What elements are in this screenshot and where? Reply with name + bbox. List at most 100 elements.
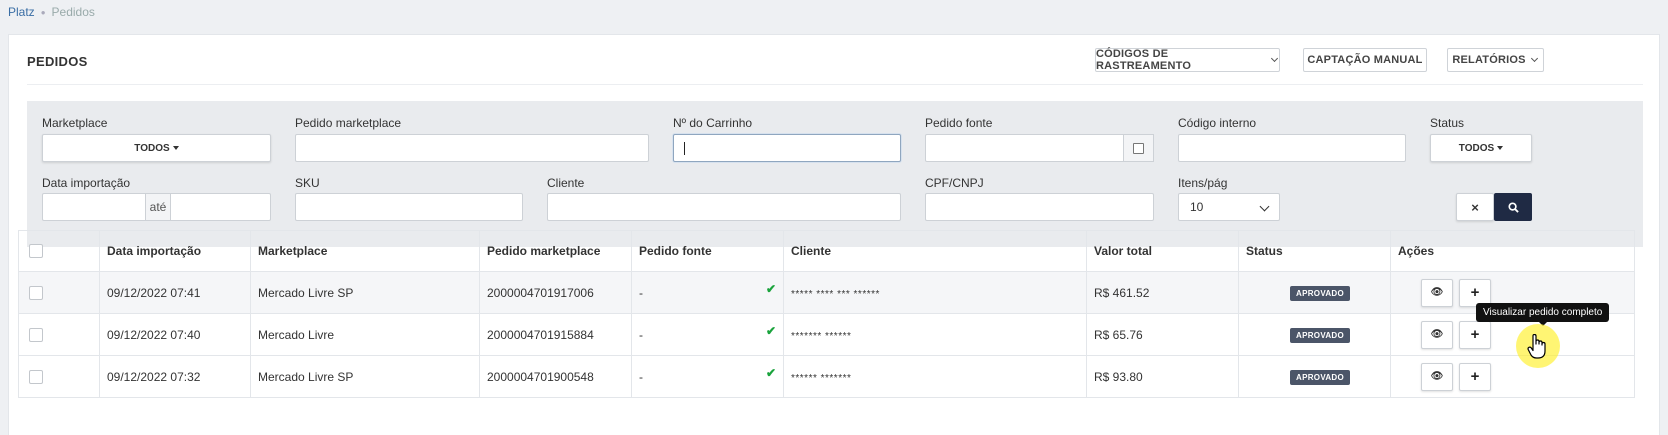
cell-data: 09/12/2022 07:40	[99, 313, 251, 356]
orders-table-wrap: Data importação Marketplace Pedido marke…	[18, 230, 1635, 398]
cell-pedido: 2000004701915884	[479, 313, 632, 356]
cell-status: APROVADO	[1238, 355, 1391, 398]
col-acoes: Ações	[1390, 230, 1635, 272]
pedido-fonte-checkbox[interactable]	[1133, 142, 1144, 154]
expand-order-button[interactable]: +	[1459, 362, 1491, 391]
plus-icon: +	[1470, 284, 1480, 301]
cliente-value: ****** *******	[791, 372, 852, 384]
eye-icon: 👁	[1430, 329, 1444, 340]
caret-down-icon	[172, 146, 179, 150]
breadcrumb-current: Pedidos	[51, 5, 95, 19]
view-order-tooltip: Visualizar pedido completo	[1476, 303, 1610, 326]
table-row: 09/12/2022 07:41 Mercado Livre SP 200000…	[18, 271, 1635, 314]
text-caret	[684, 142, 685, 155]
check-icon: ✔	[765, 281, 776, 296]
cell-pedido: 2000004701917006	[479, 271, 632, 314]
table-row: 09/12/2022 07:40 Mercado Livre 200000470…	[18, 313, 1635, 356]
status-label: Status	[1430, 116, 1465, 130]
pedido-fonte-input[interactable]	[925, 134, 1124, 162]
col-pedido-fonte[interactable]: Pedido fonte	[631, 230, 784, 272]
itens-pag-label: Itens/pág	[1178, 176, 1228, 190]
panel-header: PEDIDOS CÓDIGOS DE RASTREAMENTO CAPTAÇÃO…	[27, 35, 1643, 85]
chevron-down-icon	[1259, 201, 1270, 212]
col-status[interactable]: Status	[1238, 230, 1391, 272]
pedido-fonte-checkbox-addon[interactable]	[1124, 134, 1154, 162]
search-button[interactable]	[1494, 193, 1532, 221]
cliente-input[interactable]	[547, 193, 901, 221]
col-valor-total[interactable]: Valor total	[1086, 230, 1239, 272]
cell-fonte: - ✔	[631, 313, 784, 356]
pedido-marketplace-input[interactable]	[295, 134, 649, 162]
data-to-input[interactable]	[170, 193, 271, 221]
select-all-checkbox[interactable]	[29, 244, 43, 258]
orders-table: Data importação Marketplace Pedido marke…	[18, 230, 1635, 398]
table-header-row: Data importação Marketplace Pedido marke…	[18, 230, 1635, 272]
cell-data: 09/12/2022 07:41	[99, 271, 251, 314]
view-order-button[interactable]: 👁	[1421, 278, 1453, 307]
marketplace-dropdown[interactable]: TODOS	[42, 134, 271, 162]
data-importacao-label: Data importação	[42, 176, 131, 190]
cell-valor: R$ 65.76	[1086, 313, 1239, 356]
table-row: 09/12/2022 07:32 Mercado Livre SP 200000…	[18, 355, 1635, 398]
cell-cliente: ****** *******	[783, 355, 1087, 398]
cell-marketplace: Mercado Livre SP	[250, 355, 480, 398]
codigo-interno-label: Código interno	[1178, 116, 1257, 130]
eye-icon: 👁	[1430, 287, 1444, 298]
filters-area: Marketplace TODOS Pedido marketplace Nº …	[27, 101, 1643, 247]
cell-status: APROVADO	[1238, 271, 1391, 314]
page-title: PEDIDOS	[27, 54, 88, 69]
cell-data: 09/12/2022 07:32	[99, 355, 251, 398]
check-icon: ✔	[765, 365, 776, 380]
carrinho-input[interactable]	[673, 134, 901, 162]
cell-valor: R$ 93.80	[1086, 355, 1239, 398]
row-checkbox[interactable]	[29, 327, 43, 342]
breadcrumb-platz-link[interactable]: Platz	[8, 5, 35, 19]
fonte-value: -	[639, 285, 643, 300]
plus-icon: +	[1470, 326, 1480, 343]
cliente-value: ******* ******	[791, 330, 852, 342]
cell-cliente: ***** **** *** ******	[783, 271, 1087, 314]
close-icon: ×	[1471, 199, 1479, 215]
row-checkbox[interactable]	[29, 285, 43, 300]
col-pedido-marketplace[interactable]: Pedido marketplace	[479, 230, 632, 272]
view-order-button[interactable]: 👁	[1421, 362, 1453, 391]
col-data-importacao[interactable]: Data importação	[99, 230, 251, 272]
sku-input[interactable]	[295, 193, 523, 221]
tracking-codes-button[interactable]: CÓDIGOS DE RASTREAMENTO	[1095, 48, 1280, 72]
cpf-cnpj-input[interactable]	[925, 193, 1154, 221]
reports-button[interactable]: RELATÓRIOS	[1447, 48, 1544, 72]
caret-down-icon	[1497, 146, 1504, 150]
status-dropdown-value: TODOS	[1458, 142, 1495, 154]
cell-marketplace: Mercado Livre SP	[250, 271, 480, 314]
cell-pedido: 2000004701900548	[479, 355, 632, 398]
date-range-separator: até	[146, 193, 170, 221]
status-dropdown[interactable]: TODOS	[1430, 134, 1532, 162]
breadcrumb: Platz ● Pedidos	[8, 5, 95, 19]
cell-cliente: ******* ******	[783, 313, 1087, 356]
fonte-value: -	[639, 369, 643, 384]
codigo-interno-input[interactable]	[1178, 134, 1406, 162]
cliente-value: ***** **** *** ******	[791, 288, 880, 300]
cliente-label: Cliente	[547, 176, 585, 190]
row-select-cell	[18, 271, 100, 314]
cell-fonte: - ✔	[631, 271, 784, 314]
data-from-input[interactable]	[42, 193, 146, 221]
row-select-cell	[18, 355, 100, 398]
status-badge: APROVADO	[1290, 285, 1351, 301]
col-marketplace[interactable]: Marketplace	[250, 230, 480, 272]
cell-marketplace: Mercado Livre	[250, 313, 480, 356]
manual-capture-button[interactable]: CAPTAÇÃO MANUAL	[1303, 48, 1427, 72]
itens-pag-select[interactable]: 10	[1178, 193, 1280, 221]
pedido-fonte-label: Pedido fonte	[925, 116, 993, 130]
view-order-button[interactable]: 👁	[1421, 320, 1453, 349]
clear-filters-button[interactable]: ×	[1456, 193, 1494, 221]
select-all-header	[18, 230, 100, 272]
row-checkbox[interactable]	[29, 369, 43, 384]
marketplace-label: Marketplace	[42, 116, 108, 130]
plus-icon: +	[1470, 368, 1480, 385]
chevron-down-icon	[1271, 56, 1279, 64]
expand-order-button[interactable]: +	[1459, 320, 1491, 349]
pedido-marketplace-label: Pedido marketplace	[295, 116, 402, 130]
col-cliente[interactable]: Cliente	[783, 230, 1087, 272]
reports-label: RELATÓRIOS	[1452, 54, 1526, 66]
